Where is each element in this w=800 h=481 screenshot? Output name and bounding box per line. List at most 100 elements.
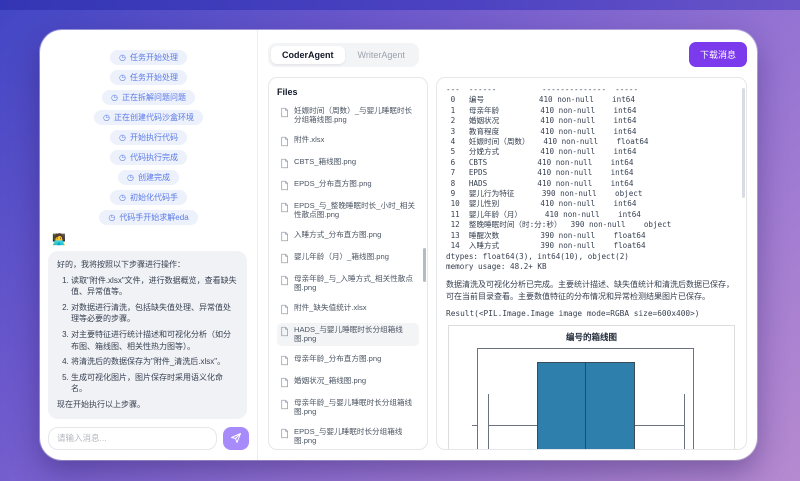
file-icon (280, 355, 289, 366)
status-pill-label: 任务开始处理 (130, 74, 178, 82)
status-pill-label: 代码手开始求解eda (119, 214, 188, 222)
status-pill: ◷ 正在拆解问题问题 (102, 90, 195, 105)
status-pill-label: 开始执行代码 (130, 134, 178, 142)
file-item[interactable]: 妊娠时间（周数）_与婴儿睡眠时长分组箱线图.png (277, 104, 419, 127)
terminal-line: 5 分娩方式 410 non-null int64 (446, 147, 737, 157)
clock-icon: ◷ (108, 214, 115, 222)
file-name: 入睡方式_分布直方图.png (294, 230, 381, 239)
message-step: 将清洗后的数据保存为"附件_清洗后.xlsx"。 (71, 356, 238, 368)
tab-writer-agent[interactable]: WriterAgent (347, 46, 416, 64)
file-item[interactable]: 附件.xlsx (277, 133, 419, 149)
terminal-line: 3 教育程度 410 non-null int64 (446, 127, 737, 137)
file-item[interactable]: 婚姻状况_箱线图.png (277, 374, 419, 390)
file-icon (280, 326, 289, 337)
terminal-output: --- ------ -------------- ----- 0 编号 410… (446, 85, 737, 272)
assistant-message: 好的，我将按照以下步骤进行操作： 读取"附件.xlsx"文件，进行数据概览，查看… (48, 251, 247, 419)
chat-input-row (48, 419, 249, 450)
boxplot (477, 348, 694, 450)
paper-plane-icon (230, 432, 242, 444)
terminal-line: 2 婚姻状况 410 non-null int64 (446, 116, 737, 126)
file-name: 婴儿年龄（月）_箱线图.png (294, 252, 389, 261)
agent-tabs: CoderAgent WriterAgent (268, 43, 419, 67)
file-icon (280, 107, 289, 118)
file-icon (280, 399, 289, 410)
file-name: 母亲年龄_与_入睡方式_相关性散点图.png (294, 274, 416, 293)
file-item[interactable]: CBTS_箱线图.png (277, 155, 419, 171)
file-item[interactable]: EPDS_与_整晚睡眠时长_小时_相关性散点图.png (277, 199, 419, 222)
status-pill: ◷ 代码手开始求解eda (99, 210, 197, 225)
message-outro: 现在开始执行以上步骤。 (57, 399, 238, 411)
file-item[interactable]: EPDS_分布直方图.png (277, 177, 419, 193)
file-item[interactable]: 附件_缺失值统计.xlsx (277, 301, 419, 317)
file-item[interactable]: 母亲年龄_与_入睡方式_相关性散点图.png (277, 272, 419, 295)
message-step-list: 读取"附件.xlsx"文件，进行数据概览，查看缺失值、异常值等。 对数据进行清洗… (57, 275, 238, 395)
send-button[interactable] (223, 427, 249, 450)
file-item[interactable]: 母亲年龄_分布直方图.png (277, 352, 419, 368)
file-name: EPDS_分布直方图.png (294, 179, 372, 188)
file-item[interactable]: HADS_与婴儿睡眠时长分组箱线图.png (277, 323, 419, 346)
workspace-header: CoderAgent WriterAgent 下载消息 (268, 42, 747, 67)
file-icon (280, 136, 289, 147)
file-icon (280, 428, 289, 439)
output-panel: --- ------ -------------- ----- 0 编号 410… (436, 77, 747, 450)
file-item[interactable]: EPDS_与婴儿睡眠时长分组箱线图.png (277, 425, 419, 448)
status-pill: ◷ 代码执行完成 (110, 150, 187, 165)
status-pill-label: 正在创建代码沙盒环境 (114, 114, 194, 122)
file-item[interactable]: 婴儿年龄（月）_箱线图.png (277, 250, 419, 266)
chat-panel: ◷ 任务开始处理 ◷ 任务开始处理 ◷ 正在拆解问题问题 ◷ 正在创建代码沙盒环… (40, 30, 258, 460)
clock-icon: ◷ (119, 154, 126, 162)
download-messages-button[interactable]: 下载消息 (689, 42, 747, 67)
terminal-line: 8 HADS 410 non-null int64 (446, 179, 737, 189)
file-icon (280, 180, 289, 191)
tab-coder-agent[interactable]: CoderAgent (271, 46, 345, 64)
terminal-line: 13 睡醒次数 390 non-null float64 (446, 231, 737, 241)
file-icon (280, 253, 289, 264)
status-pill-label: 创建完成 (138, 174, 170, 182)
status-pill: ◷ 任务开始处理 (110, 70, 187, 85)
file-name: 母亲年龄_分布直方图.png (294, 354, 381, 363)
workspace-panes: Files 妊娠时间（周数）_与婴儿睡眠时长分组箱线图.png (268, 77, 747, 450)
file-item[interactable]: 母亲年龄_与婴儿睡眠时长分组箱线图.png (277, 396, 419, 419)
file-name: EPDS_与_整晚睡眠时长_小时_相关性散点图.png (294, 201, 416, 220)
file-name: 妊娠时间（周数）_与婴儿睡眠时长分组箱线图.png (294, 106, 416, 125)
files-list: 妊娠时间（周数）_与婴儿睡眠时长分组箱线图.png 附件.xlsx (277, 104, 419, 450)
output-scrollbar[interactable] (742, 88, 745, 198)
message-step: 读取"附件.xlsx"文件，进行数据概览，查看缺失值、异常值等。 (71, 275, 238, 298)
file-icon (280, 231, 289, 242)
clock-icon: ◷ (127, 174, 134, 182)
files-panel: Files 妊娠时间（周数）_与婴儿睡眠时长分组箱线图.png (268, 77, 428, 450)
message-step: 对数据进行清洗，包括缺失值处理、异常值处理等必要的步骤。 (71, 302, 238, 325)
files-panel-title: Files (277, 87, 419, 97)
files-scrollbar[interactable] (423, 248, 426, 282)
terminal-line: 6 CBTS 410 non-null int64 (446, 158, 737, 168)
status-pill-label: 任务开始处理 (130, 54, 178, 62)
file-icon (280, 304, 289, 315)
terminal-line: 7 EPDS 410 non-null int64 (446, 168, 737, 178)
terminal-line: dtypes: float64(3), int64(10), object(2) (446, 252, 737, 262)
status-pill: ◷ 创建完成 (118, 170, 179, 185)
status-pill-label: 正在拆解问题问题 (122, 94, 186, 102)
message-input[interactable] (48, 427, 217, 450)
file-icon (280, 377, 289, 388)
file-name: 附件.xlsx (294, 135, 324, 144)
workspace-panel: CoderAgent WriterAgent 下载消息 Files (258, 30, 757, 460)
clock-icon: ◷ (119, 194, 126, 202)
status-pill-label: 代码执行完成 (130, 154, 178, 162)
clock-icon: ◷ (119, 74, 126, 82)
status-pill: ◷ 正在创建代码沙盒环境 (94, 110, 203, 125)
terminal-line: 11 婴儿年龄（月） 410 non-null int64 (446, 210, 737, 220)
file-item[interactable]: 入睡方式_分布直方图.png (277, 228, 419, 244)
file-name: EPDS_与婴儿睡眠时长分组箱线图.png (294, 427, 416, 446)
message-step: 对主要特征进行统计描述和可视化分析（如分布图、箱线图、相关性热力图等）。 (71, 329, 238, 352)
y-axis-tick (472, 425, 478, 426)
file-name: 母亲年龄_与婴儿睡眠时长分组箱线图.png (294, 398, 416, 417)
terminal-line: 14 入睡方式 390 non-null float64 (446, 241, 737, 251)
median-line (585, 362, 586, 450)
terminal-line: 9 婴儿行为特征 390 non-null object (446, 189, 737, 199)
file-name: CBTS_箱线图.png (294, 157, 356, 166)
background-top-band (0, 0, 800, 10)
clock-icon: ◷ (119, 134, 126, 142)
terminal-line: 10 婴儿性别 410 non-null int64 (446, 199, 737, 209)
assistant-avatar: 🧑‍💻 (52, 235, 249, 246)
whisker-low (488, 425, 537, 426)
